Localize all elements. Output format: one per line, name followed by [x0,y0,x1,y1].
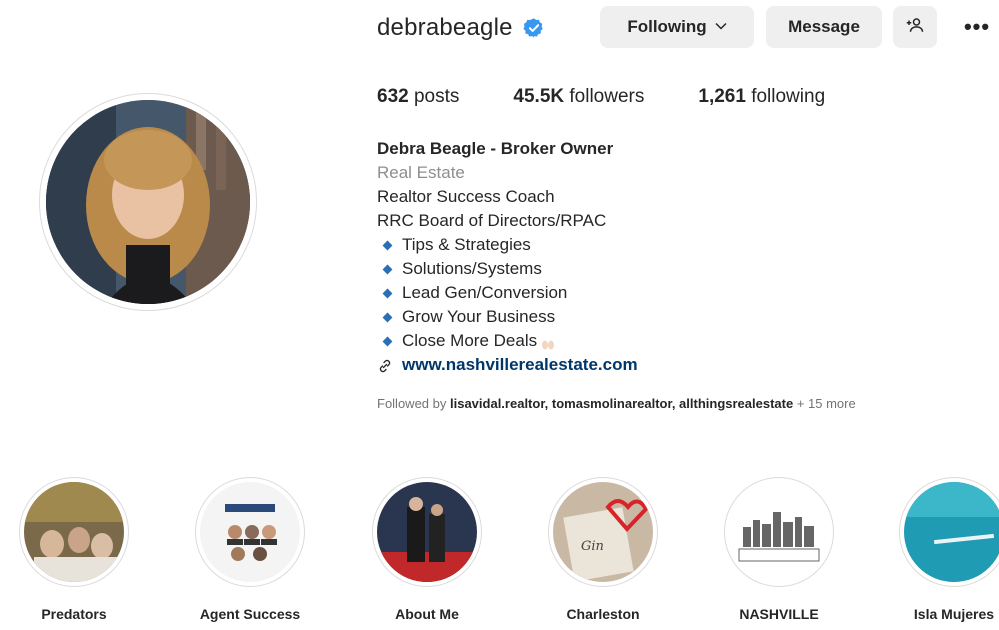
bio-bullet: Solutions/Systems [377,257,977,281]
bio-line: RRC Board of Directors/RPAC [377,211,607,230]
bio-bullet-text: Solutions/Systems [402,259,542,278]
highlight-nashville[interactable]: NASHVILLE [724,477,834,622]
profile-header: debrabeagle [377,6,545,50]
following-label: following [751,86,826,107]
diamond-icon [382,312,393,322]
diamond-icon [382,240,393,250]
highlight-label: NASHVILLE [739,606,819,622]
highlight-cover: Gin [548,477,658,587]
website-link-text: www.nashvillerealestate.com [402,355,638,374]
following-button-label: Following [627,17,707,36]
avatar-photo [46,100,250,304]
raised-hands-emoji-icon [540,334,556,350]
diamond-icon [382,336,393,346]
highlight-image [377,482,477,582]
highlight-label: About Me [395,606,459,622]
bio-bullet-text: Close More Deals [402,331,538,350]
highlight-image [24,482,124,582]
highlight-image [904,482,999,582]
add-person-icon [906,16,924,39]
posts-label: posts [413,86,460,107]
bio-bullet: Grow Your Business [377,305,977,329]
highlight-cover [372,477,482,587]
diamond-icon [382,264,393,274]
highlight-image: Gin [553,482,653,582]
verified-badge-icon [523,17,545,39]
followed-by-more: + 15 more [796,396,856,411]
following-button[interactable]: Following [600,6,754,48]
profile-bio: Debra Beagle - Broker Owner Real Estate … [377,137,977,377]
suggested-users-button[interactable] [893,6,937,48]
svg-text:Gin: Gin [581,539,604,554]
bio-bullet: Lead Gen/Conversion [377,281,977,305]
posts-stat[interactable]: 632 posts [377,86,459,108]
followed-by[interactable]: Followed by lisavidal.realtor, tomasmoli… [377,396,856,411]
chevron-down-icon [715,19,727,33]
highlight-predators[interactable]: Predators [19,477,129,622]
highlight-cover [19,477,129,587]
followers-label: followers [569,86,645,107]
message-button[interactable]: Message [766,6,882,48]
bio-bullet: Close More Deals [377,329,977,353]
highlight-cover [724,477,834,587]
following-stat[interactable]: 1,261 following [698,86,825,108]
followers-stat[interactable]: 45.5K followers [513,86,644,108]
highlight-label: Agent Success [199,606,301,622]
posts-count: 632 [377,86,409,107]
diamond-icon [382,288,393,298]
highlight-label: Predators [41,606,107,622]
highlight-cover [195,477,305,587]
bio-bullet-text: Tips & Strategies [402,235,531,254]
more-options-icon[interactable]: ••• [960,10,994,44]
message-button-label: Message [788,17,860,36]
highlight-isla-mujeres[interactable]: Isla Mujeres [899,477,999,622]
link-icon [377,357,393,373]
followers-count: 45.5K [513,86,565,107]
full-name: Debra Beagle - Broker Owner [377,139,614,158]
profile-stats: 632 posts 45.5K followers 1,261 followin… [377,86,879,108]
bio-bullet-text: Grow Your Business [402,307,556,326]
username: debrabeagle [377,14,513,41]
highlight-agent-success[interactable]: Agent Success [195,477,305,622]
category-label: Real Estate [377,163,465,182]
highlight-charleston[interactable]: Gin Charleston [548,477,658,622]
followed-by-prefix: Followed by [377,396,447,411]
highlight-label: Isla Mujeres [913,606,995,622]
profile-avatar[interactable] [39,93,257,311]
followed-by-users: lisavidal.realtor, tomasmolinarealtor, a… [450,396,794,411]
following-count: 1,261 [698,86,746,107]
highlight-image [200,482,300,582]
bio-bullet: Tips & Strategies [377,233,977,257]
highlight-cover [899,477,999,587]
website-link[interactable]: www.nashvillerealestate.com [377,353,977,377]
highlight-image [729,482,829,582]
highlight-about-me[interactable]: About Me [372,477,482,622]
bio-line: Realtor Success Coach [377,187,555,206]
bio-bullet-text: Lead Gen/Conversion [402,283,568,302]
highlight-label: Charleston [566,606,640,622]
